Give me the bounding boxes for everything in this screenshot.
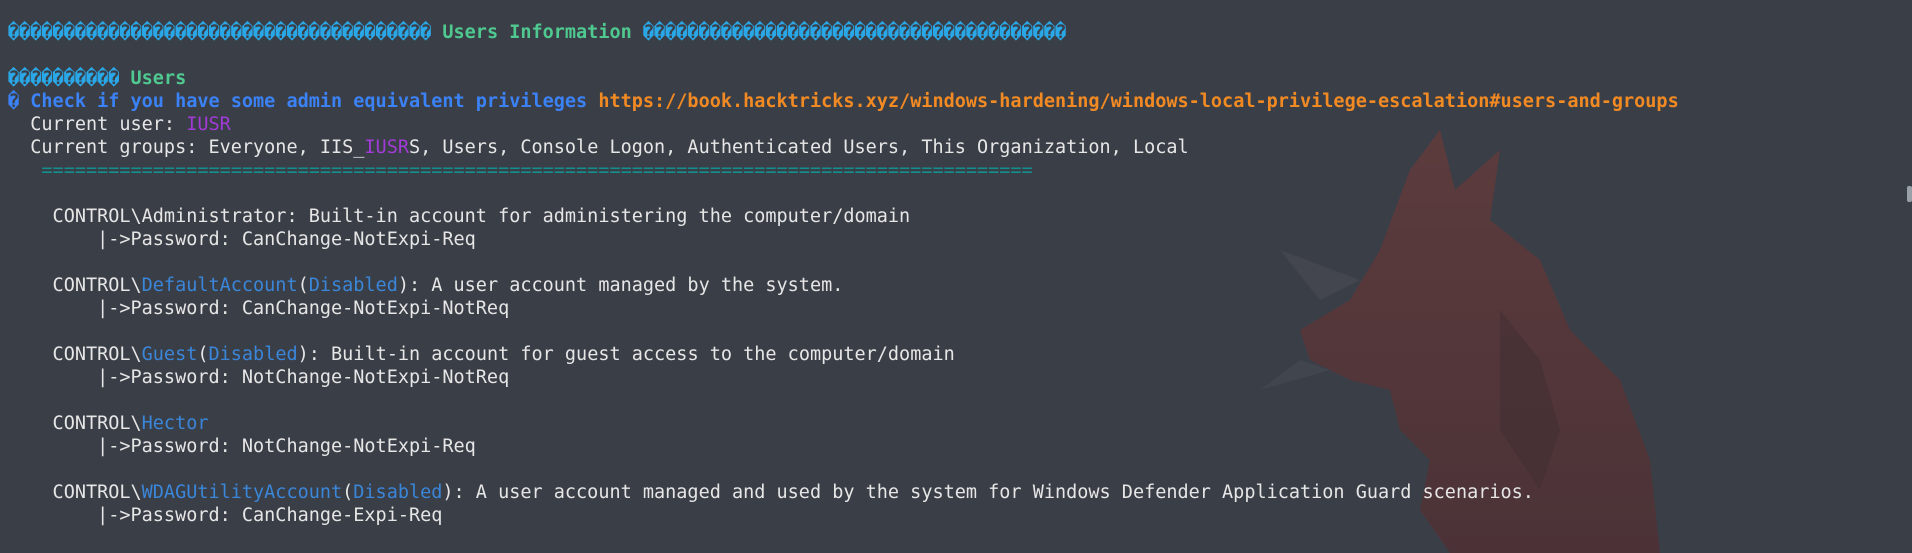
user-name: DefaultAccount bbox=[141, 275, 298, 296]
paren-open: ( bbox=[297, 275, 309, 296]
user-domain-prefix: CONTROL\ bbox=[8, 482, 142, 503]
current-groups-line: Current groups: Everyone, IIS_IUSRS, Use… bbox=[8, 136, 1912, 159]
check-text: Check if you have some admin equivalent … bbox=[19, 91, 599, 112]
user-password-administrator: |->Password: CanChange-NotExpi-Req bbox=[8, 229, 476, 250]
section-header: �������������������������������������� U… bbox=[8, 21, 1912, 44]
terminal-output: �������������������������������������� U… bbox=[8, 21, 1912, 527]
terminal-window[interactable]: �������������������������������������� U… bbox=[0, 0, 1912, 553]
current-user-line: Current user: IUSR bbox=[8, 113, 1912, 136]
section-banner-left: �������������������������������������� bbox=[8, 22, 432, 43]
user-entry-guest: CONTROL\Guest(Disabled): Built-in accoun… bbox=[8, 343, 1912, 366]
paren-open: ( bbox=[197, 344, 209, 365]
subsection-banner: ���������� bbox=[8, 68, 120, 89]
user-domain-prefix: CONTROL\ bbox=[8, 275, 142, 296]
separator-line: ========================================… bbox=[8, 160, 1033, 181]
current-groups-highlight: IUSR bbox=[364, 137, 409, 158]
disabled-flag: Disabled bbox=[308, 275, 398, 296]
section-banner-right: �������������������������������������� bbox=[642, 22, 1067, 43]
current-groups-rest: S, Users, Console Logon, Authenticated U… bbox=[408, 137, 1189, 158]
current-user-value: IUSR bbox=[186, 114, 231, 135]
user-name: WDAGUtilityAccount bbox=[141, 482, 343, 503]
user-name: Administrator bbox=[141, 206, 287, 227]
subsection-title: Users bbox=[119, 68, 187, 89]
current-groups-label: Current groups: Everyone, IIS_ bbox=[8, 137, 365, 158]
hacktricks-link[interactable]: https://book.hacktricks.xyz/windows-hard… bbox=[598, 91, 1678, 112]
user-password-defaultaccount: |->Password: CanChange-NotExpi-NotReq bbox=[8, 298, 510, 319]
user-description: : A user account managed by the system. bbox=[408, 275, 844, 296]
user-name: Guest bbox=[141, 344, 198, 365]
user-entry-hector: CONTROL\Hector bbox=[8, 412, 1912, 435]
user-description: : Built-in account for administering the… bbox=[286, 206, 911, 227]
user-domain-prefix: CONTROL\ bbox=[8, 206, 142, 227]
user-password-hector: |->Password: NotChange-NotExpi-Req bbox=[8, 436, 476, 457]
subsection-header: ���������� Users bbox=[8, 67, 1912, 90]
paren-close: ) bbox=[397, 275, 409, 296]
paren-close: ) bbox=[297, 344, 309, 365]
user-entry-wdagutilityaccount: CONTROL\WDAGUtilityAccount(Disabled): A … bbox=[8, 481, 1912, 504]
user-description: : Built-in account for guest access to t… bbox=[308, 344, 955, 365]
check-glyph: � bbox=[8, 91, 20, 112]
user-entry-administrator: CONTROL\Administrator: Built-in account … bbox=[8, 205, 1912, 228]
paren-close: ) bbox=[442, 482, 454, 503]
disabled-flag: Disabled bbox=[208, 344, 298, 365]
user-domain-prefix: CONTROL\ bbox=[8, 344, 142, 365]
section-title: Users Information bbox=[431, 22, 643, 43]
user-domain-prefix: CONTROL\ bbox=[8, 413, 142, 434]
user-description: : A user account managed and used by the… bbox=[453, 482, 1534, 503]
paren-open: ( bbox=[342, 482, 354, 503]
disabled-flag: Disabled bbox=[353, 482, 443, 503]
check-line: � Check if you have some admin equivalen… bbox=[8, 90, 1912, 113]
user-password-guest: |->Password: NotChange-NotExpi-NotReq bbox=[8, 367, 510, 388]
user-name: Hector bbox=[141, 413, 209, 434]
user-entry-defaultaccount: CONTROL\DefaultAccount(Disabled): A user… bbox=[8, 274, 1912, 297]
current-user-label: Current user: bbox=[8, 114, 187, 135]
user-password-wdagutilityaccount: |->Password: CanChange-Expi-Req bbox=[8, 505, 443, 526]
